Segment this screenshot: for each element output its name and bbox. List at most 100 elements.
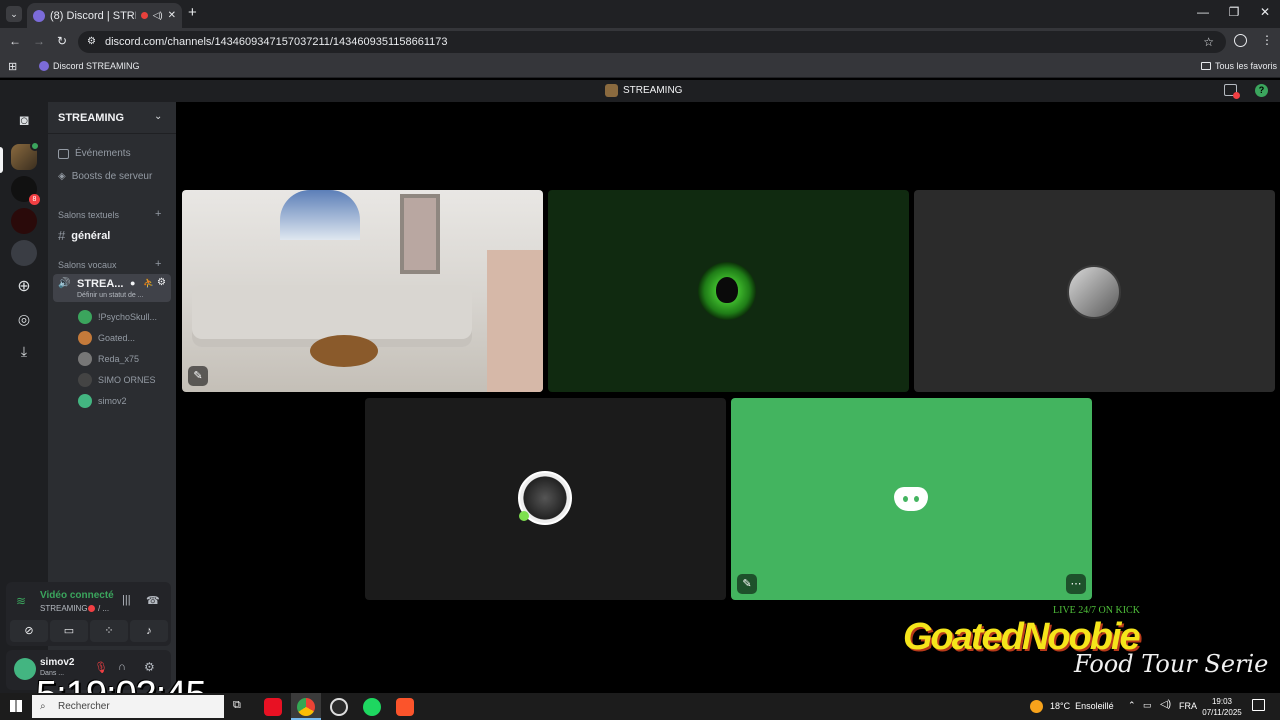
server-header[interactable]: STREAMING ⌄ [48, 102, 176, 134]
tab-discord[interactable]: (8) Discord | STREAMING ◁) ✕ [27, 3, 182, 28]
forward-icon[interactable]: → [33, 34, 45, 48]
close-window-button[interactable]: ✕ [1250, 5, 1280, 19]
wall-edge [487, 250, 543, 392]
reload-icon[interactable]: ↻ [57, 34, 67, 48]
server-icon-4[interactable] [11, 240, 37, 266]
voice-user-name: !PsychoSkull... [98, 312, 158, 322]
invite-icon[interactable]: ⛹ [143, 278, 154, 289]
tab-title: (8) Discord | STREAMING [50, 9, 136, 22]
apps-grid-icon[interactable]: ⊞ [8, 60, 17, 73]
speaker-icon: 🔊 [58, 278, 71, 289]
text-section-label: Salons textuels [58, 210, 120, 220]
search-placeholder: Rechercher [58, 701, 110, 712]
user-avatar [78, 331, 92, 345]
chevron-down-icon[interactable]: ⌄ [154, 111, 162, 122]
explore-icon[interactable]: ◎ [11, 306, 37, 332]
more-options-icon[interactable]: ⋯ [1066, 574, 1086, 594]
channel-general[interactable]: # général [58, 228, 110, 243]
video-tile-camera[interactable]: ✎ [182, 190, 543, 392]
add-text-channel-icon[interactable]: + [155, 208, 161, 220]
screen-share-button[interactable]: ▭ [50, 620, 88, 642]
voice-user[interactable]: Reda_x75 [78, 352, 139, 366]
clock-time: 19:03 [1211, 697, 1233, 706]
weather-text[interactable]: 18°C Ensoleillé [1050, 701, 1114, 711]
discord-favicon-icon [33, 9, 45, 22]
voice-status-text[interactable]: Définir un statut de ... [77, 292, 144, 299]
user-avatar-skull [518, 471, 572, 525]
new-tab-button[interactable]: + [188, 4, 197, 21]
text-channels-header[interactable]: Salons textuels [58, 210, 119, 220]
boosts-item[interactable]: ◈ Boosts de serveur [58, 171, 152, 182]
recording-dot-icon [140, 12, 148, 19]
chat-icon[interactable]: ● [130, 278, 135, 288]
close-tab-icon[interactable]: ✕ [168, 10, 176, 21]
user-settings-icon[interactable]: ⚙ [144, 660, 155, 674]
video-tile-goated[interactable] [914, 190, 1275, 392]
task-view-icon[interactable]: ⧉ [233, 699, 241, 712]
voice-user[interactable]: SIMO ORNES [78, 373, 156, 387]
noise-suppression-icon[interactable]: ||| [122, 594, 131, 606]
add-server-icon[interactable]: ⊕ [11, 274, 37, 300]
all-bookmarks-button[interactable]: Tous les favoris [1201, 61, 1277, 71]
coffee-table [310, 335, 378, 367]
spotify-icon[interactable] [363, 698, 381, 716]
voice-user[interactable]: Goated... [78, 331, 135, 345]
bookmark-star-icon[interactable]: ☆ [1203, 31, 1214, 53]
connection-channel[interactable]: STREAMING [40, 604, 88, 613]
mic-muted-icon[interactable]: ✎ [188, 366, 208, 386]
brave-icon[interactable] [396, 698, 414, 716]
add-voice-channel-icon[interactable]: + [155, 258, 161, 270]
inbox-icon[interactable] [1224, 84, 1240, 99]
taskbar-search-input[interactable]: ⌕ Rechercher [32, 695, 224, 718]
bookmark-discord[interactable]: Discord STREAMING [39, 61, 140, 71]
download-icon[interactable]: ⤓ [11, 338, 37, 364]
mic-muted-icon[interactable]: ✎ [737, 574, 757, 594]
user-avatar[interactable] [14, 658, 36, 680]
server-icon-3[interactable] [11, 208, 37, 234]
address-input[interactable]: ⚙ discord.com/channels/14346093471570372… [78, 31, 1226, 53]
video-tile-psychoskull[interactable] [548, 190, 909, 392]
disconnect-icon[interactable]: ☎ [146, 594, 160, 607]
wall-frame [400, 194, 440, 274]
language-indicator[interactable]: FRA [1179, 701, 1197, 711]
site-info-icon[interactable]: ⚙ [87, 31, 96, 53]
discord-home-icon[interactable]: ◙ [11, 108, 37, 134]
activities-button[interactable]: ⁘ [90, 620, 128, 642]
windows-start-icon[interactable] [10, 700, 22, 712]
app-gauge-icon[interactable] [330, 698, 348, 716]
notification-icon[interactable] [1252, 699, 1265, 711]
video-tile-reda[interactable] [365, 398, 726, 600]
server-icon-2[interactable]: 8 [11, 176, 40, 205]
voice-channels-header[interactable]: Salons vocaux [58, 260, 117, 270]
taskbar-clock[interactable]: 19:03 07/11/2025 [1202, 696, 1242, 718]
app-red-icon[interactable] [264, 698, 282, 716]
user-avatar [78, 394, 92, 408]
mic-muted-icon[interactable]: 🎙 [94, 661, 108, 674]
back-icon[interactable]: ← [9, 34, 21, 48]
voice-user[interactable]: simov2 [78, 394, 127, 408]
chrome-icon[interactable] [297, 698, 315, 716]
profile-icon[interactable] [1234, 34, 1247, 47]
restore-button[interactable]: ❐ [1219, 5, 1249, 19]
tab-search-button[interactable]: ⌄ [6, 6, 22, 22]
help-icon[interactable]: ? [1255, 84, 1268, 97]
server-streaming-icon[interactable] [11, 141, 40, 170]
username: simov2 [40, 657, 75, 668]
voice-user[interactable]: !PsychoSkull... [78, 310, 157, 324]
settings-gear-icon[interactable]: ⚙ [157, 277, 166, 288]
minimize-button[interactable]: — [1188, 5, 1218, 19]
connection-title[interactable]: Vidéo connecté [40, 590, 114, 601]
tray-chevron-icon[interactable]: ⌃ [1128, 700, 1136, 711]
network-icon[interactable]: ▭ [1143, 700, 1152, 711]
volume-icon[interactable]: ◁) [1160, 699, 1171, 710]
voice-user-name: Reda_x75 [98, 354, 140, 364]
camera-toggle-button[interactable]: ⊘ [10, 620, 48, 642]
browser-tab-bar: ⌄ (8) Discord | STREAMING ◁) ✕ + — ❐ ✕ [0, 0, 1280, 28]
menu-icon[interactable]: ⋮ [1261, 33, 1273, 47]
soundboard-button[interactable]: ♪ [130, 620, 168, 642]
voice-channel-streaming[interactable]: 🔊 STREA... ● ⛹ ⚙ Définir un statut de ..… [53, 274, 171, 302]
events-item[interactable]: Événements [58, 148, 131, 159]
video-tile-simov2[interactable]: ✎ ⋯ [731, 398, 1092, 600]
headphones-icon[interactable]: ∩ [118, 661, 126, 673]
bookmark-label: Discord STREAMING [53, 61, 140, 71]
